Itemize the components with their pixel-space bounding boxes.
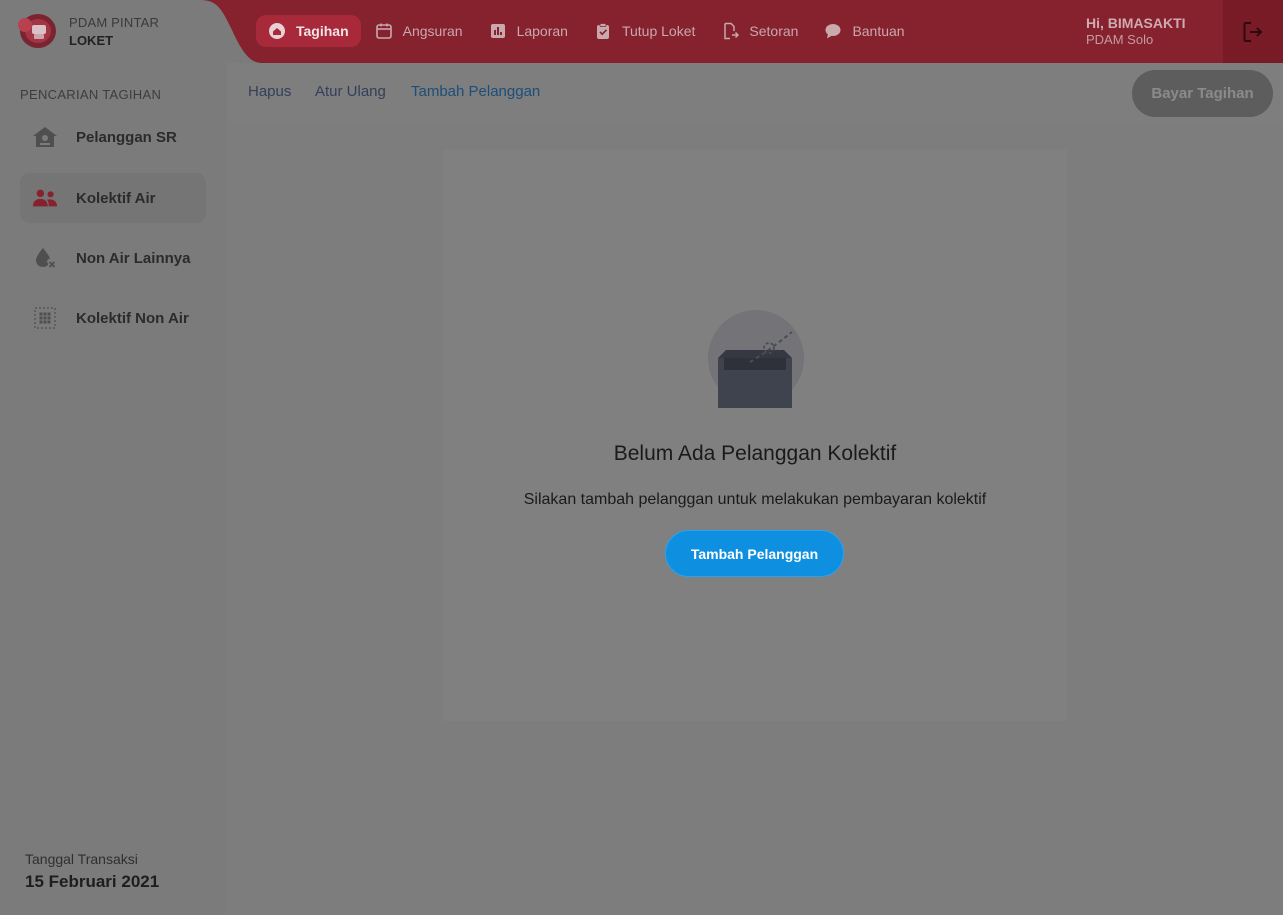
sidebar-heading: PENCARIAN TAGIHAN [20, 87, 162, 102]
top-header: PDAM PINTAR LOKET Tagihan Angsuran Lapor… [0, 0, 1283, 63]
nav-tutup-loket[interactable]: Tutup Loket [582, 15, 707, 47]
reset-link[interactable]: Atur Ulang [315, 83, 386, 100]
sidebar-item-label: Kolektif Non Air [76, 309, 189, 327]
pay-bill-button[interactable]: Bayar Tagihan [1132, 70, 1273, 117]
logout-icon [1243, 21, 1263, 42]
grid-dots-icon [32, 305, 58, 331]
clipboard-check-icon [594, 22, 612, 40]
action-toolbar: Hapus Atur Ulang Tambah Pelanggan Bayar … [229, 63, 1283, 124]
brand-name: PDAM PINTAR [69, 15, 160, 30]
nav-label: Tutup Loket [621, 23, 696, 39]
sidebar-item-label: Non Air Lainnya [76, 249, 191, 267]
chat-bubble-icon [824, 22, 842, 40]
nav-label: Setoran [749, 23, 799, 39]
transaction-date-label: Tanggal Transaksi [25, 851, 138, 867]
clear-link[interactable]: Hapus [248, 83, 291, 100]
user-greeting: Hi, BIMASAKTI [1086, 15, 1186, 31]
sidebar-item-label: Kolektif Air [76, 189, 156, 207]
transaction-date-value: 15 Februari 2021 [25, 872, 160, 891]
sidebar-item-pelanggan-sr[interactable]: Pelanggan SR [20, 112, 206, 162]
add-customer-button[interactable]: Tambah Pelanggan [665, 530, 844, 577]
nav-label: Bantuan [852, 23, 905, 39]
brand-subtitle: LOKET [69, 33, 114, 48]
nav-laporan[interactable]: Laporan [477, 15, 580, 47]
document-export-icon [721, 22, 740, 40]
main-nav: Tagihan Angsuran Laporan Tutup Loket Set… [256, 15, 919, 47]
empty-state-description: Silakan tambah pelanggan untuk melakukan… [523, 491, 987, 508]
add-customer-link[interactable]: Tambah Pelanggan [411, 83, 540, 100]
user-info: Hi, BIMASAKTI PDAM Solo [1086, 15, 1186, 47]
sidebar-item-kolektif-non-air[interactable]: Kolektif Non Air [20, 293, 206, 343]
calendar-icon [375, 22, 393, 40]
empty-state-title: Belum Ada Pelanggan Kolektif [613, 442, 897, 465]
report-chart-icon [489, 22, 507, 40]
sidebar-item-non-air[interactable]: Non Air Lainnya [20, 233, 206, 283]
water-drop-x-icon [32, 245, 58, 271]
nav-label: Laporan [516, 23, 568, 39]
users-icon [32, 185, 58, 211]
brand: PDAM PINTAR LOKET [0, 0, 260, 63]
pdam-logo-icon [16, 12, 58, 50]
logout-button[interactable] [1223, 0, 1283, 63]
nav-tagihan[interactable]: Tagihan [256, 15, 361, 47]
sidebar-item-kolektif-air[interactable]: Kolektif Air [20, 173, 206, 223]
sidebar-item-label: Pelanggan SR [76, 128, 177, 146]
empty-state-card: Belum Ada Pelanggan Kolektif Silakan tam… [443, 150, 1067, 721]
sidebar: PENCARIAN TAGIHAN Pelanggan SR Kolektif … [0, 63, 226, 915]
nav-label: Angsuran [402, 23, 463, 39]
house-icon [32, 124, 58, 150]
nav-bantuan[interactable]: Bantuan [812, 15, 916, 47]
empty-inbox-icon [706, 310, 806, 410]
home-icon [268, 22, 286, 40]
nav-setoran[interactable]: Setoran [709, 15, 810, 47]
user-organization: PDAM Solo [1086, 32, 1154, 47]
nav-label: Tagihan [296, 23, 349, 39]
nav-angsuran[interactable]: Angsuran [363, 15, 475, 47]
